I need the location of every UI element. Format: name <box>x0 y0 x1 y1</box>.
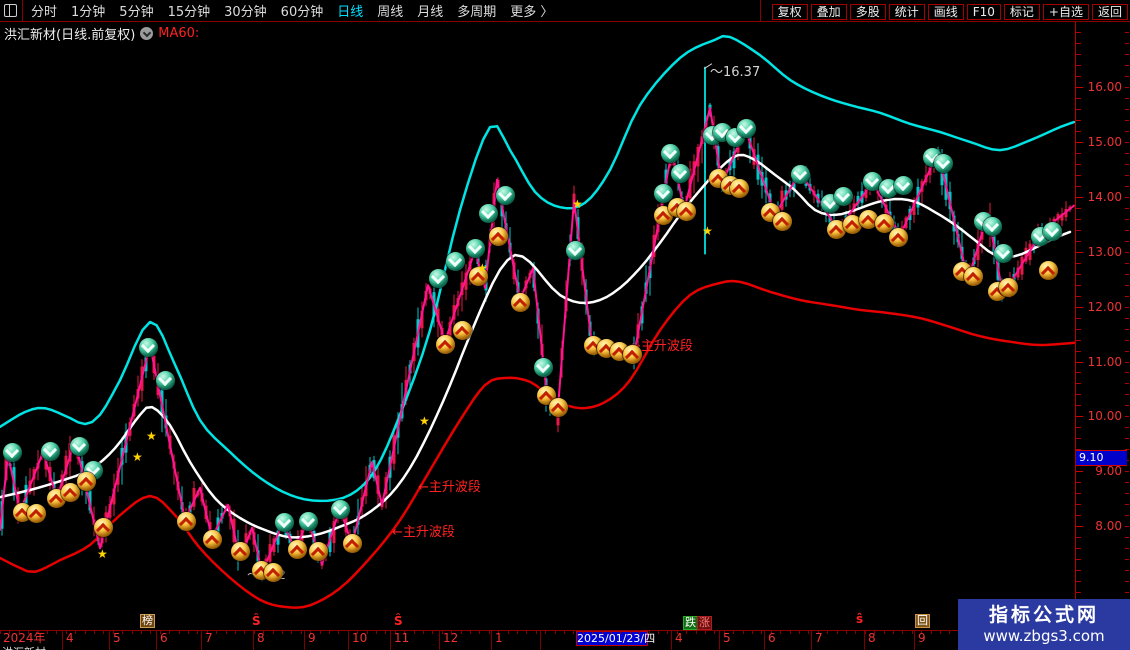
x-axis-label: 4 <box>66 632 74 645</box>
toolbar-button-F10[interactable]: F10 <box>967 4 1001 20</box>
period-item-30分钟[interactable]: 30分钟 <box>224 5 267 20</box>
period-item-60分钟[interactable]: 60分钟 <box>281 5 324 20</box>
app-window: 分时 1分钟 5分钟 15分钟 30分钟 60分钟日线周线月线多周期更多 〉 复权叠加多股… <box>0 0 1130 650</box>
period-item-日线[interactable]: 日线 <box>337 5 363 20</box>
period-item-1分钟[interactable]: 1分钟 <box>71 5 105 20</box>
x-axis-label: 10 <box>352 632 367 645</box>
x-axis-label: 1 <box>495 632 503 645</box>
toolbar-divider <box>760 0 761 21</box>
toolbar-buttons: 复权叠加多股统计画线F10标记+自选返回 <box>769 1 1130 20</box>
y-axis-label: 14.00 <box>1076 189 1130 205</box>
x-axis-label: 9 <box>918 632 926 645</box>
price-axis: 16.0015.0014.0013.0012.0011.0010.009.008… <box>1075 22 1130 630</box>
chevron-down-icon[interactable] <box>140 27 153 40</box>
toolbar-button-标记[interactable]: 标记 <box>1004 4 1040 20</box>
x-axis-label: 2024年 <box>3 632 46 645</box>
y-axis-label: 13.00 <box>1076 244 1130 260</box>
watermark: 指标公式网 www.zbgs3.com <box>958 599 1130 650</box>
chart-annotation: ～16.37 <box>710 65 760 80</box>
crosshair-price-label: 9.10 <box>1076 450 1127 466</box>
y-axis-label: 15.00 <box>1076 134 1130 150</box>
x-axis-label: 8 <box>257 632 265 645</box>
period-item-5分钟[interactable]: 5分钟 <box>119 5 153 20</box>
x-axis-label: 4 <box>675 632 683 645</box>
x-axis-label: 11 <box>394 632 409 645</box>
toolbar-button-叠加[interactable]: 叠加 <box>811 4 847 20</box>
toolbar-button-复权[interactable]: 复权 <box>772 4 808 20</box>
period-menu: 分时 1分钟 5分钟 15分钟 30分钟 60分钟日线周线月线多周期更多 〉 <box>31 1 567 20</box>
chart-annotation: ←主升波段 <box>392 525 455 540</box>
chart-annotation: ～7.12 <box>247 568 286 582</box>
y-axis-label: 11.00 <box>1076 354 1130 370</box>
toolbar-button-画线[interactable]: 画线 <box>928 4 964 20</box>
x-axis-label: 5 <box>113 632 121 645</box>
chart-annotation: ←主升波段 <box>418 480 481 495</box>
panel-toggle-icon[interactable] <box>4 4 17 17</box>
period-item-月线[interactable]: 月线 <box>417 5 443 20</box>
period-item-多周期[interactable]: 多周期 <box>457 5 496 20</box>
x-axis-label: 6 <box>768 632 776 645</box>
watermark-site-url: www.zbgs3.com <box>958 627 1130 646</box>
toolbar-button-返回[interactable]: 返回 <box>1092 4 1128 20</box>
x-axis-label: 12 <box>443 632 458 645</box>
x-axis-label: 7 <box>815 632 823 645</box>
x-axis-label: 5 <box>723 632 731 645</box>
y-axis-label: 8.00 <box>1076 518 1130 534</box>
period-item-周线[interactable]: 周线 <box>377 5 403 20</box>
top-toolbar: 分时 1分钟 5分钟 15分钟 30分钟 60分钟日线周线月线多周期更多 〉 复权叠加多股… <box>0 0 1130 22</box>
ma60-label: MA60: <box>158 26 199 41</box>
stock-title: 洪汇新材(日线.前复权) <box>4 24 135 43</box>
chart-annotation: ←主升波段 <box>630 339 693 354</box>
toolbar-button-+自选[interactable]: +自选 <box>1043 4 1089 20</box>
x-axis-label: 6 <box>160 632 168 645</box>
x-axis-label: 7 <box>205 632 213 645</box>
selected-date-label: 2025/01/23/四 <box>576 631 648 646</box>
y-axis-label: 10.00 <box>1076 408 1130 424</box>
period-item-分时[interactable]: 分时 <box>31 5 57 20</box>
y-axis-label: 12.00 <box>1076 299 1130 315</box>
toolbar-divider <box>22 0 23 21</box>
y-axis-label: 16.00 <box>1076 79 1130 95</box>
toolbar-button-多股[interactable]: 多股 <box>850 4 886 20</box>
toolbar-button-统计[interactable]: 统计 <box>889 4 925 20</box>
x-axis-label: 9 <box>308 632 316 645</box>
period-item-更多 〉[interactable]: 更多 〉 <box>510 5 553 20</box>
chart-title-bar: 洪汇新材(日线.前复权) MA60: <box>4 24 199 43</box>
period-item-15分钟[interactable]: 15分钟 <box>168 5 211 20</box>
main-chart[interactable]: ～16.37 ←主升波段 ←主升波段 ←主升波段 ～7.12 <box>0 0 1130 650</box>
x-axis-label: 8 <box>868 632 876 645</box>
watermark-site-name: 指标公式网 <box>958 604 1130 627</box>
next-panel-title-clipped: 洪汇新材 <box>2 646 46 650</box>
